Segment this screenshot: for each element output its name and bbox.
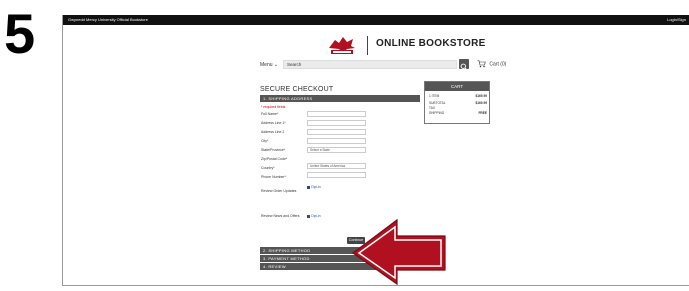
phone-label: Phone Number* xyxy=(261,175,286,179)
cart-title: CART xyxy=(425,82,489,91)
cart-row-label: 1 ITEM xyxy=(429,94,440,98)
cart-row-value: $169.99 xyxy=(475,94,487,98)
cart-row-value: $169.99 xyxy=(475,101,487,105)
optin-label: Opt-in xyxy=(311,185,321,189)
address-line-2-label: Address Line 2 xyxy=(261,130,285,134)
news-offers-optin[interactable]: Opt-in xyxy=(307,214,321,218)
city-label: City* xyxy=(261,139,269,143)
login-link[interactable]: Login/Sign xyxy=(667,15,686,25)
optin-label: Opt-in xyxy=(311,214,321,218)
cart-row: SUBTOTAL $169.99 xyxy=(429,101,487,105)
search-button[interactable] xyxy=(459,59,469,71)
cart-row-label: SUBTOTAL xyxy=(429,101,446,105)
top-bar: Gwynedd Mercy University Official Bookst… xyxy=(63,15,689,25)
menu-chevron-icon: ⌄ xyxy=(273,62,279,68)
order-updates-optin[interactable]: Opt-in xyxy=(307,185,321,189)
browser-screenshot: Gwynedd Mercy University Official Bookst… xyxy=(62,15,689,286)
griffin-logo-icon[interactable] xyxy=(325,34,359,56)
country-select[interactable]: United States of America xyxy=(307,163,366,169)
address-line-2-field[interactable] xyxy=(307,129,366,135)
full-name-label: Full Name* xyxy=(261,112,279,116)
required-fields-note: * required fields xyxy=(261,105,286,109)
cart-link-label: Cart (0) xyxy=(489,61,507,68)
address-line-1-field[interactable] xyxy=(307,120,366,126)
news-offers-label: Review News and Offers xyxy=(261,214,300,218)
cart-summary: CART 1 ITEM $169.99 SUBTOTAL $169.99 TAX… xyxy=(424,81,490,124)
menu-label: Menu xyxy=(260,62,273,68)
optin-checkbox[interactable] xyxy=(307,214,310,218)
callout-arrow-icon xyxy=(351,218,446,286)
store-name: ONLINE BOOKSTORE xyxy=(376,38,486,49)
cart-row-label: TAX xyxy=(429,106,435,110)
zip-label: Zip/Postal Code* xyxy=(261,157,288,161)
cart-row-value: FREE xyxy=(478,111,487,115)
search-icon xyxy=(460,63,468,71)
city-field[interactable] xyxy=(307,138,366,144)
cart-row-label: SHIPPING xyxy=(429,111,445,115)
cart-row: SHIPPING FREE xyxy=(429,111,487,115)
cart-row: TAX xyxy=(429,106,487,110)
logo-divider xyxy=(367,36,368,55)
phone-field[interactable] xyxy=(307,172,366,178)
order-updates-label: Review Order Updates xyxy=(261,189,297,193)
optin-checkbox[interactable] xyxy=(307,185,310,189)
menu-button[interactable]: Menu ⌄ xyxy=(260,62,278,68)
university-link[interactable]: Gwynedd Mercy University Official Bookst… xyxy=(68,15,148,25)
state-select[interactable]: Select a State xyxy=(307,147,366,153)
state-label: State/Province* xyxy=(261,148,286,152)
search-input[interactable]: Search xyxy=(283,60,457,69)
tutorial-step-image: 5 Gwynedd Mercy University Official Book… xyxy=(0,0,689,291)
country-label: Country* xyxy=(261,166,275,170)
page-title: SECURE CHECKOUT xyxy=(260,86,334,93)
section-shipping-address[interactable]: 1. SHIPPING ADDRESS xyxy=(260,95,420,102)
cart-link[interactable]: Cart (0) xyxy=(477,60,506,68)
address-line-1-label: Address Line 1* xyxy=(261,121,286,125)
full-name-field[interactable] xyxy=(307,111,366,117)
step-number: 5 xyxy=(4,2,36,65)
cart-row: 1 ITEM $169.99 xyxy=(429,94,487,98)
cart-icon xyxy=(477,60,486,68)
